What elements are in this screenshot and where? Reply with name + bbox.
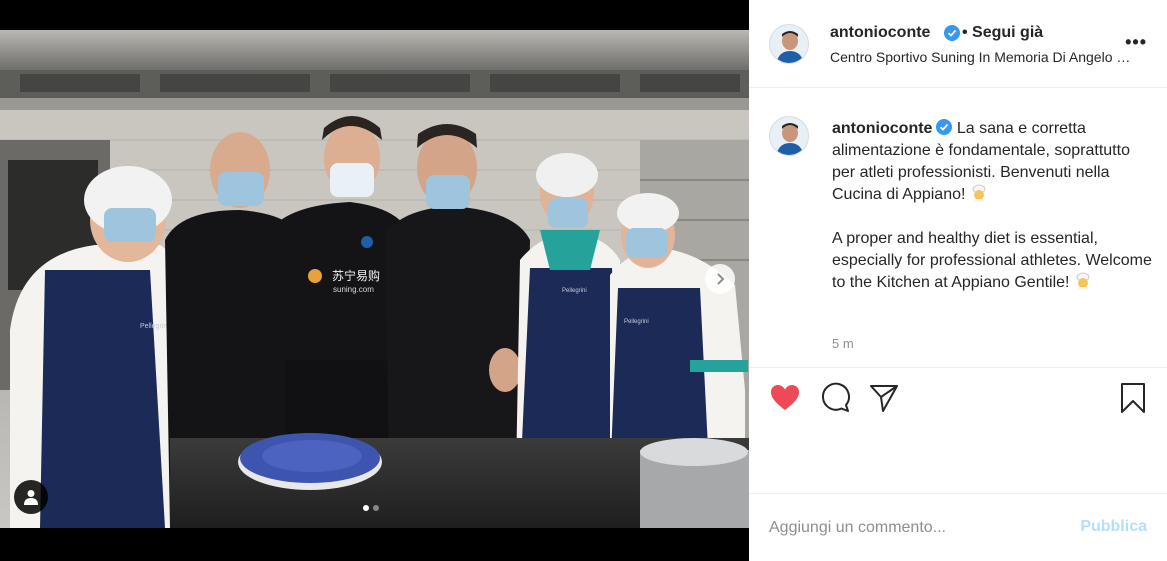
tagged-users-button[interactable] — [14, 480, 48, 514]
action-bar — [749, 367, 1167, 427]
heart-filled-icon[interactable] — [769, 382, 801, 414]
carousel-indicator — [363, 505, 379, 511]
more-options-icon[interactable]: ••• — [1125, 32, 1147, 53]
shirt-sponsor: 苏宁易购 — [332, 268, 380, 283]
post-side-panel: antonioconte • Segui già Centro Sportivo… — [749, 0, 1167, 561]
caption-avatar[interactable] — [769, 116, 809, 156]
share-icon[interactable] — [868, 382, 900, 414]
post-header: antonioconte • Segui già Centro Sportivo… — [749, 0, 1167, 88]
caption-text: antonioconte La sana e corretta alimenta… — [832, 118, 1152, 294]
comment-input[interactable] — [769, 516, 1059, 540]
shirt-sponsor-url: suning.com — [333, 285, 374, 294]
post-media[interactable]: Pellegrini 苏宁易购 suning.com Pellegrini Pe… — [0, 0, 749, 561]
cook-emoji-icon — [1076, 272, 1090, 290]
apron-logo: Pellegrini — [562, 288, 587, 294]
verified-badge-icon — [944, 25, 960, 41]
publish-button[interactable]: Pubblica — [1080, 518, 1147, 536]
cook-emoji-icon — [972, 184, 986, 202]
location-link[interactable]: Centro Sportivo Suning In Memoria Di Ang… — [830, 49, 1140, 65]
chevron-right-icon — [717, 273, 725, 285]
carousel-dot — [373, 505, 379, 511]
caption-english: A proper and healthy diet is essential, … — [832, 230, 1152, 291]
caption-username[interactable]: antonioconte — [832, 120, 932, 137]
carousel-dot-active — [363, 505, 369, 511]
verified-badge-icon — [936, 119, 953, 135]
inter-crest — [361, 236, 373, 248]
bookmark-icon[interactable] — [1117, 382, 1149, 414]
comment-icon[interactable] — [819, 382, 851, 414]
user-tag-icon — [24, 490, 38, 505]
carousel-next-button[interactable] — [705, 264, 735, 294]
comment-form: Pubblica — [749, 493, 1167, 561]
following-button[interactable]: • Segui già — [962, 24, 1043, 42]
apron-logo: Pellegrini — [624, 319, 649, 325]
post-photo[interactable]: Pellegrini 苏宁易购 suning.com Pellegrini Pe… — [0, 30, 749, 528]
avatar[interactable] — [769, 24, 809, 64]
apron-logo: Pellegrini — [140, 323, 169, 330]
post-timestamp[interactable]: 5 m — [832, 336, 854, 351]
header-username[interactable]: antonioconte — [830, 24, 930, 42]
